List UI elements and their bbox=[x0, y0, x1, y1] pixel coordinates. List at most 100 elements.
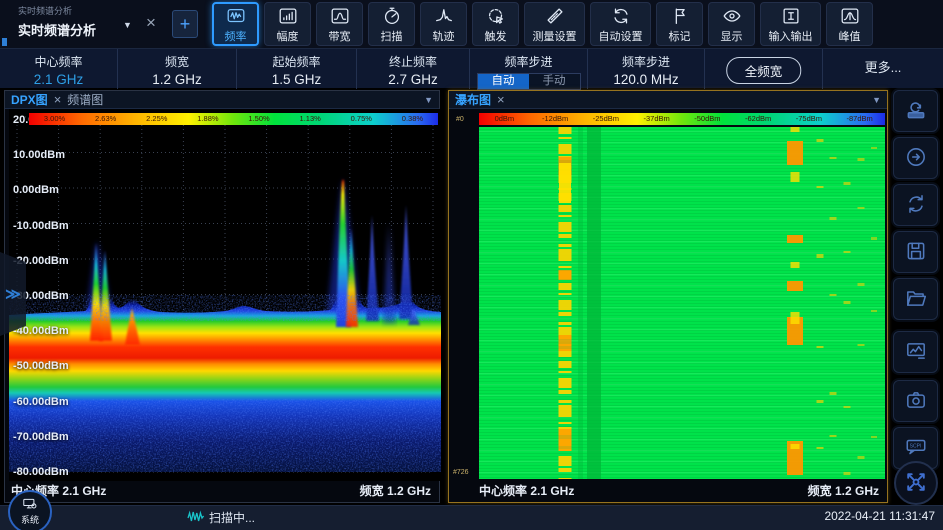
stop-frequency-value[interactable]: 2.7 GHz bbox=[357, 72, 469, 87]
waterfall-level-color-scale: 0dBm-12dBm-25dBm-37dBm-50dBm-62dBm-75dBm… bbox=[479, 113, 885, 125]
scale-label: 3.00% bbox=[29, 113, 80, 125]
toolbar-frequency-button[interactable]: 频率 bbox=[212, 2, 259, 46]
add-session-button[interactable]: + bbox=[172, 10, 198, 38]
full-span-button[interactable]: 全频宽 bbox=[726, 57, 802, 84]
run-icon bbox=[904, 145, 928, 172]
start-frequency-field[interactable]: 起始频率 1.5 GHz bbox=[237, 49, 357, 89]
preset-button[interactable] bbox=[893, 90, 938, 132]
scale-label: -62dBm bbox=[733, 113, 784, 125]
open-button[interactable] bbox=[893, 278, 938, 320]
start-frequency-value[interactable]: 1.5 GHz bbox=[237, 72, 356, 87]
scale-label: 1.88% bbox=[182, 113, 233, 125]
toolbar-button-label: 轨迹 bbox=[433, 28, 455, 44]
field-label: 中心频率 bbox=[0, 53, 117, 70]
toolbar-button-label: 显示 bbox=[721, 28, 743, 44]
save-button[interactable] bbox=[893, 231, 938, 273]
scale-label: -12dBm bbox=[530, 113, 581, 125]
screenshot-button[interactable] bbox=[893, 380, 938, 422]
step-value-field[interactable]: 频率步进 120.0 MHz bbox=[588, 49, 705, 89]
toolbar-trace-button[interactable]: 轨迹 bbox=[420, 2, 467, 46]
tab-spectrum[interactable]: 频谱图 bbox=[67, 91, 103, 108]
more-field: 更多... bbox=[823, 49, 943, 89]
tab-accent-mark bbox=[2, 38, 7, 46]
navigation-fab-button[interactable] bbox=[894, 461, 938, 505]
y-axis-label: -80.00dBm bbox=[13, 466, 69, 478]
toolbar-button-label: 输入输出 bbox=[769, 28, 813, 44]
toolbar-button-label: 标记 bbox=[669, 28, 691, 44]
measure-icon bbox=[544, 5, 566, 27]
scale-label: 1.13% bbox=[285, 113, 336, 125]
trace-icon bbox=[433, 5, 455, 27]
step-value[interactable]: 120.0 MHz bbox=[588, 72, 704, 87]
y-axis-label: -10.00dBm bbox=[13, 220, 69, 232]
tab-waterfall[interactable]: 瀑布图 bbox=[455, 91, 491, 108]
toolbar-peak-button[interactable]: 峰值 bbox=[826, 2, 873, 46]
scale-label: -37dBm bbox=[631, 113, 682, 125]
center-frequency-value[interactable]: 2.1 GHz bbox=[0, 72, 117, 87]
field-label: 终止频率 bbox=[357, 53, 469, 70]
system-monitor-icon bbox=[23, 498, 37, 513]
scale-label: 2.25% bbox=[131, 113, 182, 125]
scale-label: -25dBm bbox=[581, 113, 632, 125]
scan-status-text: 扫描中... bbox=[209, 509, 255, 526]
toolbar-input-output-button[interactable]: 输入输出 bbox=[760, 2, 821, 46]
step-mode-toggle[interactable]: 自动 手动 bbox=[477, 73, 581, 90]
chevron-down-icon[interactable]: ▼ bbox=[424, 95, 433, 105]
toolbar-button-label: 带宽 bbox=[329, 28, 351, 44]
scale-label: 0.38% bbox=[387, 113, 438, 125]
toolbar-sweep-button[interactable]: 扫描 bbox=[368, 2, 415, 46]
move-arrows-icon bbox=[903, 469, 929, 498]
waterfall-plot bbox=[479, 127, 885, 479]
clock-timestamp: 2022-04-21 11:31:47 bbox=[824, 509, 935, 523]
y-axis-label: -60.00dBm bbox=[13, 396, 69, 408]
toolbar-marker-button[interactable]: 标记 bbox=[656, 2, 703, 46]
chevron-down-icon[interactable]: ▼ bbox=[123, 20, 132, 30]
waterfall-panel[interactable]: 瀑布图 × ▼ #0 #726 0dBm-12dBm-25dBm-37dBm-5… bbox=[448, 90, 888, 503]
scpi-icon: SCPI bbox=[904, 435, 928, 462]
toolbar-auto-setup-button[interactable]: 自动设置 bbox=[590, 2, 651, 46]
display-icon bbox=[721, 5, 743, 27]
full-span-field: 全频宽 bbox=[705, 49, 823, 89]
y-axis-label: 0.00dBm bbox=[13, 184, 59, 196]
window-layout-button[interactable] bbox=[893, 331, 938, 373]
run-button[interactable] bbox=[893, 137, 938, 179]
bandwidth-icon bbox=[329, 5, 351, 27]
continuous-button[interactable] bbox=[893, 184, 938, 226]
field-label: 频宽 bbox=[118, 53, 236, 70]
side-drawer-handle[interactable]: ≫ bbox=[0, 252, 26, 336]
toolbar-button-label: 扫描 bbox=[381, 28, 403, 44]
toolbar-display-button[interactable]: 显示 bbox=[708, 2, 755, 46]
waterfall-footer-center-freq: 中心频率 2.1 GHz bbox=[479, 482, 574, 499]
toolbar-trigger-button[interactable]: 触发 bbox=[472, 2, 519, 46]
preset-icon bbox=[904, 98, 928, 125]
toolbar-bandwidth-button[interactable]: 带宽 bbox=[316, 2, 363, 46]
toolbar-button-label: 幅度 bbox=[277, 28, 299, 44]
waterfall-footer-span: 频宽 1.2 GHz bbox=[808, 482, 879, 499]
trigger-icon bbox=[485, 5, 507, 27]
toggle-option-auto[interactable]: 自动 bbox=[478, 74, 529, 89]
more-options-link[interactable]: 更多... bbox=[823, 49, 943, 87]
toolbar-measure-setup-button[interactable]: 测量设置 bbox=[524, 2, 585, 46]
scale-label: -75dBm bbox=[784, 113, 835, 125]
field-label: 频率步进 bbox=[588, 53, 704, 70]
peak-icon bbox=[839, 5, 861, 27]
close-tab-icon[interactable]: × bbox=[140, 12, 162, 34]
save-icon bbox=[904, 239, 928, 266]
close-tab-icon[interactable]: × bbox=[54, 94, 62, 106]
chevron-down-icon[interactable]: ▼ bbox=[872, 95, 881, 105]
session-tab-title[interactable]: 实时频谱分析 bbox=[18, 20, 96, 39]
status-bar bbox=[0, 505, 943, 530]
toggle-option-manual[interactable]: 手动 bbox=[529, 74, 580, 89]
stop-frequency-field[interactable]: 终止频率 2.7 GHz bbox=[357, 49, 470, 89]
close-tab-icon[interactable]: × bbox=[497, 94, 505, 106]
open-icon bbox=[904, 286, 928, 313]
toolbar-amplitude-button[interactable]: 幅度 bbox=[264, 2, 311, 46]
tab-dpx[interactable]: DPX图 bbox=[11, 91, 48, 108]
center-frequency-field[interactable]: 中心频率 2.1 GHz bbox=[0, 49, 118, 89]
span-value[interactable]: 1.2 GHz bbox=[118, 72, 236, 87]
svg-text:SCPI: SCPI bbox=[909, 443, 921, 449]
last-trace-number: #726 bbox=[453, 469, 469, 476]
system-menu-button[interactable]: 系统 bbox=[8, 490, 52, 530]
span-field[interactable]: 频宽 1.2 GHz bbox=[118, 49, 237, 89]
camera-icon bbox=[904, 388, 928, 415]
